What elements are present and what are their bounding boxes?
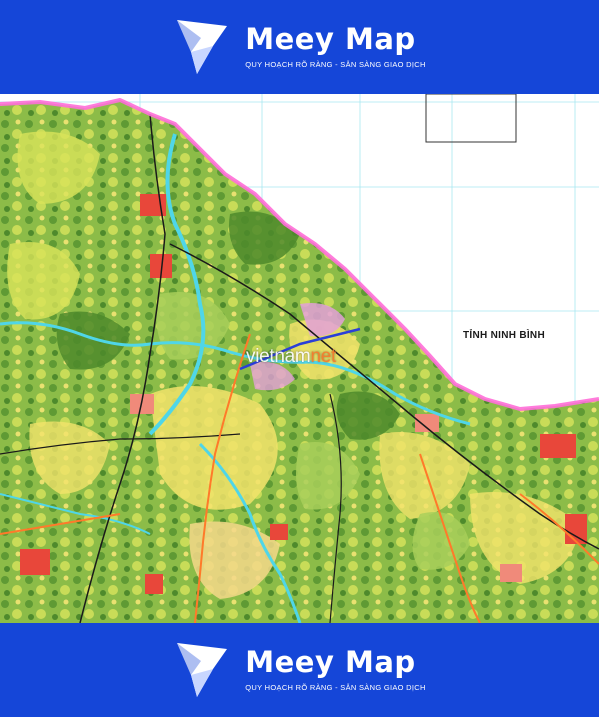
- footer-brand[interactable]: Meey Map QUY HOẠCH RÕ RÀNG - SẴN SÀNG GI…: [173, 639, 425, 701]
- header-banner: Meey Map QUY HOẠCH RÕ RÀNG - SẴN SÀNG GI…: [0, 0, 599, 94]
- planning-map[interactable]: TỈNH NINH BÌNH vietnamnet: [0, 94, 599, 623]
- meey-map-logo-icon: [177, 20, 228, 74]
- watermark-accent: net: [310, 346, 336, 367]
- footer-banner: Meey Map QUY HOẠCH RÕ RÀNG - SẴN SÀNG GI…: [0, 623, 599, 717]
- brand-name: Meey Map: [245, 22, 416, 56]
- province-label: TỈNH NINH BÌNH: [463, 330, 545, 341]
- map-inset-frame: [425, 94, 517, 143]
- brand-tagline: QUY HOẠCH RÕ RÀNG - SẴN SÀNG GIAO DỊCH: [245, 683, 426, 692]
- map-watermark: vietnamnet: [246, 346, 336, 368]
- brand-tagline: QUY HOẠCH RÕ RÀNG - SẴN SÀNG GIAO DỊCH: [245, 60, 426, 69]
- header-brand[interactable]: Meey Map QUY HOẠCH RÕ RÀNG - SẴN SÀNG GI…: [173, 16, 425, 78]
- meey-map-logo-icon: [177, 643, 228, 697]
- watermark-main: vietnam: [246, 346, 311, 367]
- brand-name: Meey Map: [245, 645, 416, 679]
